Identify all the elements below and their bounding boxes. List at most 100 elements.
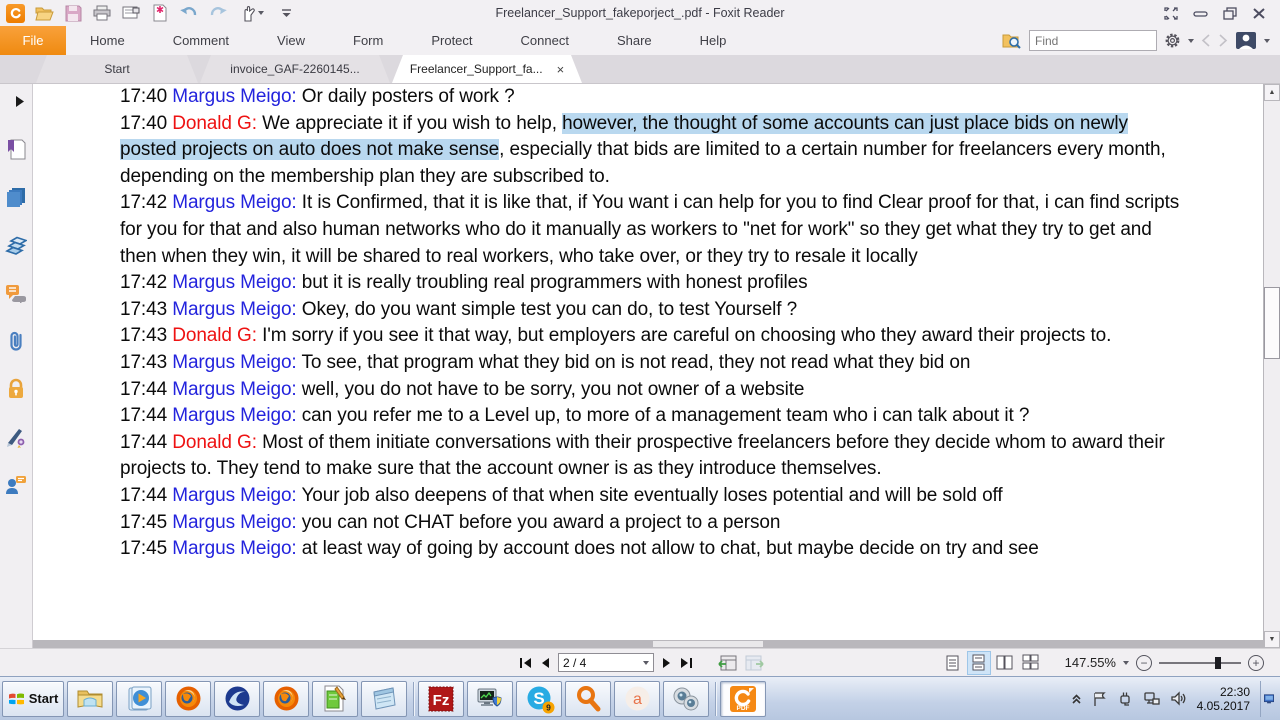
zoom-slider[interactable]	[1159, 655, 1241, 671]
gear-caret-icon[interactable]	[1188, 39, 1194, 43]
tray-time: 22:30	[1197, 685, 1250, 699]
taskbar-amigo-button[interactable]: a	[614, 681, 660, 717]
first-page-icon[interactable]	[520, 657, 532, 669]
doc-tab-label: invoice_GAF-2260145...	[230, 62, 359, 76]
zoom-caret-icon[interactable]	[1123, 661, 1129, 665]
hand-tool-icon[interactable]	[237, 3, 267, 23]
user-avatar-icon[interactable]	[1235, 31, 1257, 50]
continuous-page-icon[interactable]	[968, 652, 990, 674]
find-folder-icon[interactable]	[1002, 32, 1022, 49]
taskbar-firefox-button[interactable]	[165, 681, 211, 717]
chat-message: 17:45 Margus Meigo: at least way of goin…	[120, 536, 1182, 563]
tab-form[interactable]: Form	[329, 33, 407, 48]
continuous-facing-icon[interactable]	[1020, 652, 1042, 674]
zoom-percentage[interactable]: 147.55%	[1065, 655, 1116, 670]
comments-icon[interactable]	[5, 282, 27, 304]
open-file-icon[interactable]	[34, 3, 54, 23]
share-review-icon[interactable]	[5, 474, 27, 496]
last-page-icon[interactable]	[680, 657, 692, 669]
page-number-field[interactable]: 2 / 4	[558, 653, 654, 672]
undo-icon[interactable]	[179, 3, 199, 23]
scroll-down-icon[interactable]: ▼	[1264, 631, 1280, 648]
save-icon[interactable]	[63, 3, 83, 23]
doc-tab-start[interactable]: Start	[36, 55, 198, 83]
action-center-flag-icon[interactable]	[1092, 691, 1107, 707]
previous-view-icon[interactable]	[718, 654, 738, 672]
tray-clock[interactable]: 22:30 4.05.2017	[1197, 685, 1250, 713]
print-icon[interactable]	[92, 3, 112, 23]
page-thumbnails-icon[interactable]	[5, 186, 27, 208]
taskbar-skype-button[interactable]: S 9	[516, 681, 562, 717]
tab-comment[interactable]: Comment	[149, 33, 253, 48]
page-field-caret-icon[interactable]	[643, 661, 649, 665]
tab-share[interactable]: Share	[593, 33, 676, 48]
doc-tab-active[interactable]: Freelancer_Support_fa...×	[392, 55, 582, 83]
avatar-caret-icon[interactable]	[1264, 39, 1270, 43]
start-button[interactable]: Start	[2, 681, 64, 717]
network-icon[interactable]	[1143, 691, 1160, 706]
power-plug-icon[interactable]	[1117, 691, 1133, 707]
zoom-out-icon[interactable]: −	[1136, 655, 1152, 671]
tab-file[interactable]: File	[0, 26, 66, 55]
customize-toolbar-icon[interactable]	[276, 3, 296, 23]
taskbar-foxit-reader-button[interactable]: PDF	[720, 681, 766, 717]
doc-tab-invoice-gaf-2260145-[interactable]: invoice_GAF-2260145...	[200, 55, 390, 83]
tab-protect[interactable]: Protect	[407, 33, 496, 48]
new-document-star-icon[interactable]	[150, 3, 170, 23]
chat-message: 17:43 Margus Meigo: Okey, do you want si…	[120, 297, 1182, 324]
horizontal-scrollbar[interactable]	[33, 640, 1263, 648]
taskbar-filezilla-button[interactable]: Fz	[418, 681, 464, 717]
hidden-icons-chevron-icon[interactable]	[1071, 693, 1082, 705]
minimize-icon[interactable]	[1193, 7, 1209, 20]
restore-icon[interactable]	[1223, 7, 1238, 20]
bookmarks-icon[interactable]	[5, 138, 27, 160]
taskbar-media-player-button[interactable]	[116, 681, 162, 717]
message-sender: Margus Meigo:	[172, 192, 302, 213]
windows-explorer-icon	[76, 685, 104, 713]
show-desktop-button[interactable]	[1260, 681, 1274, 717]
scroll-up-icon[interactable]: ▲	[1264, 84, 1280, 101]
foxit-logo-icon[interactable]	[5, 3, 25, 23]
tab-close-icon[interactable]: ×	[557, 62, 565, 77]
layers-icon[interactable]	[5, 234, 27, 256]
document-page[interactable]: 17:40 Margus Meigo: Or daily posters of …	[33, 84, 1263, 648]
vertical-scrollbar-thumb[interactable]	[1264, 287, 1280, 359]
taskbar-seamonkey-button[interactable]	[214, 681, 260, 717]
expand-panel-arrow-icon[interactable]	[8, 90, 30, 112]
close-icon[interactable]	[1252, 7, 1266, 20]
tab-connect[interactable]: Connect	[497, 33, 593, 48]
chat-message: 17:43 Donald G: I'm sorry if you see it …	[120, 323, 1182, 350]
tab-view[interactable]: View	[253, 33, 329, 48]
taskbar-firefox-2-button[interactable]	[263, 681, 309, 717]
fullscreen-icon[interactable]	[1164, 7, 1179, 20]
taskbar-windows-explorer-button[interactable]	[67, 681, 113, 717]
attachments-icon[interactable]	[5, 330, 27, 352]
zoom-slider-track	[1159, 662, 1241, 664]
vertical-scrollbar[interactable]: ▲ ▼	[1263, 84, 1280, 648]
chat-message: 17:43 Margus Meigo: To see, that program…	[120, 350, 1182, 377]
single-page-icon[interactable]	[942, 652, 964, 674]
gear-icon[interactable]	[1164, 32, 1181, 49]
svg-text:PDF: PDF	[737, 705, 750, 712]
taskbar-task-manager-button[interactable]	[467, 681, 513, 717]
email-doc-icon[interactable]	[121, 3, 141, 23]
message-time: 17:44	[120, 379, 172, 400]
volume-icon[interactable]	[1170, 691, 1187, 706]
security-icon[interactable]	[5, 378, 27, 400]
taskbar-orange-search-button[interactable]	[565, 681, 611, 717]
tab-help[interactable]: Help	[676, 33, 751, 48]
taskbar-notepad-button[interactable]	[361, 681, 407, 717]
facing-page-icon[interactable]	[994, 652, 1016, 674]
zoom-in-icon[interactable]: +	[1248, 655, 1264, 671]
horizontal-scrollbar-thumb[interactable]	[653, 641, 763, 647]
zoom-slider-handle[interactable]	[1215, 657, 1221, 669]
digital-signature-icon[interactable]	[5, 426, 27, 448]
taskbar-notepad-plus-plus-button[interactable]	[312, 681, 358, 717]
redo-icon[interactable]	[208, 3, 228, 23]
tab-home[interactable]: Home	[66, 33, 149, 48]
message-time: 17:45	[120, 538, 172, 559]
navigation-sidebar	[0, 84, 33, 648]
prev-page-icon[interactable]	[540, 657, 550, 669]
next-page-icon[interactable]	[662, 657, 672, 669]
taskbar-webcam-tool-button[interactable]	[663, 681, 709, 717]
